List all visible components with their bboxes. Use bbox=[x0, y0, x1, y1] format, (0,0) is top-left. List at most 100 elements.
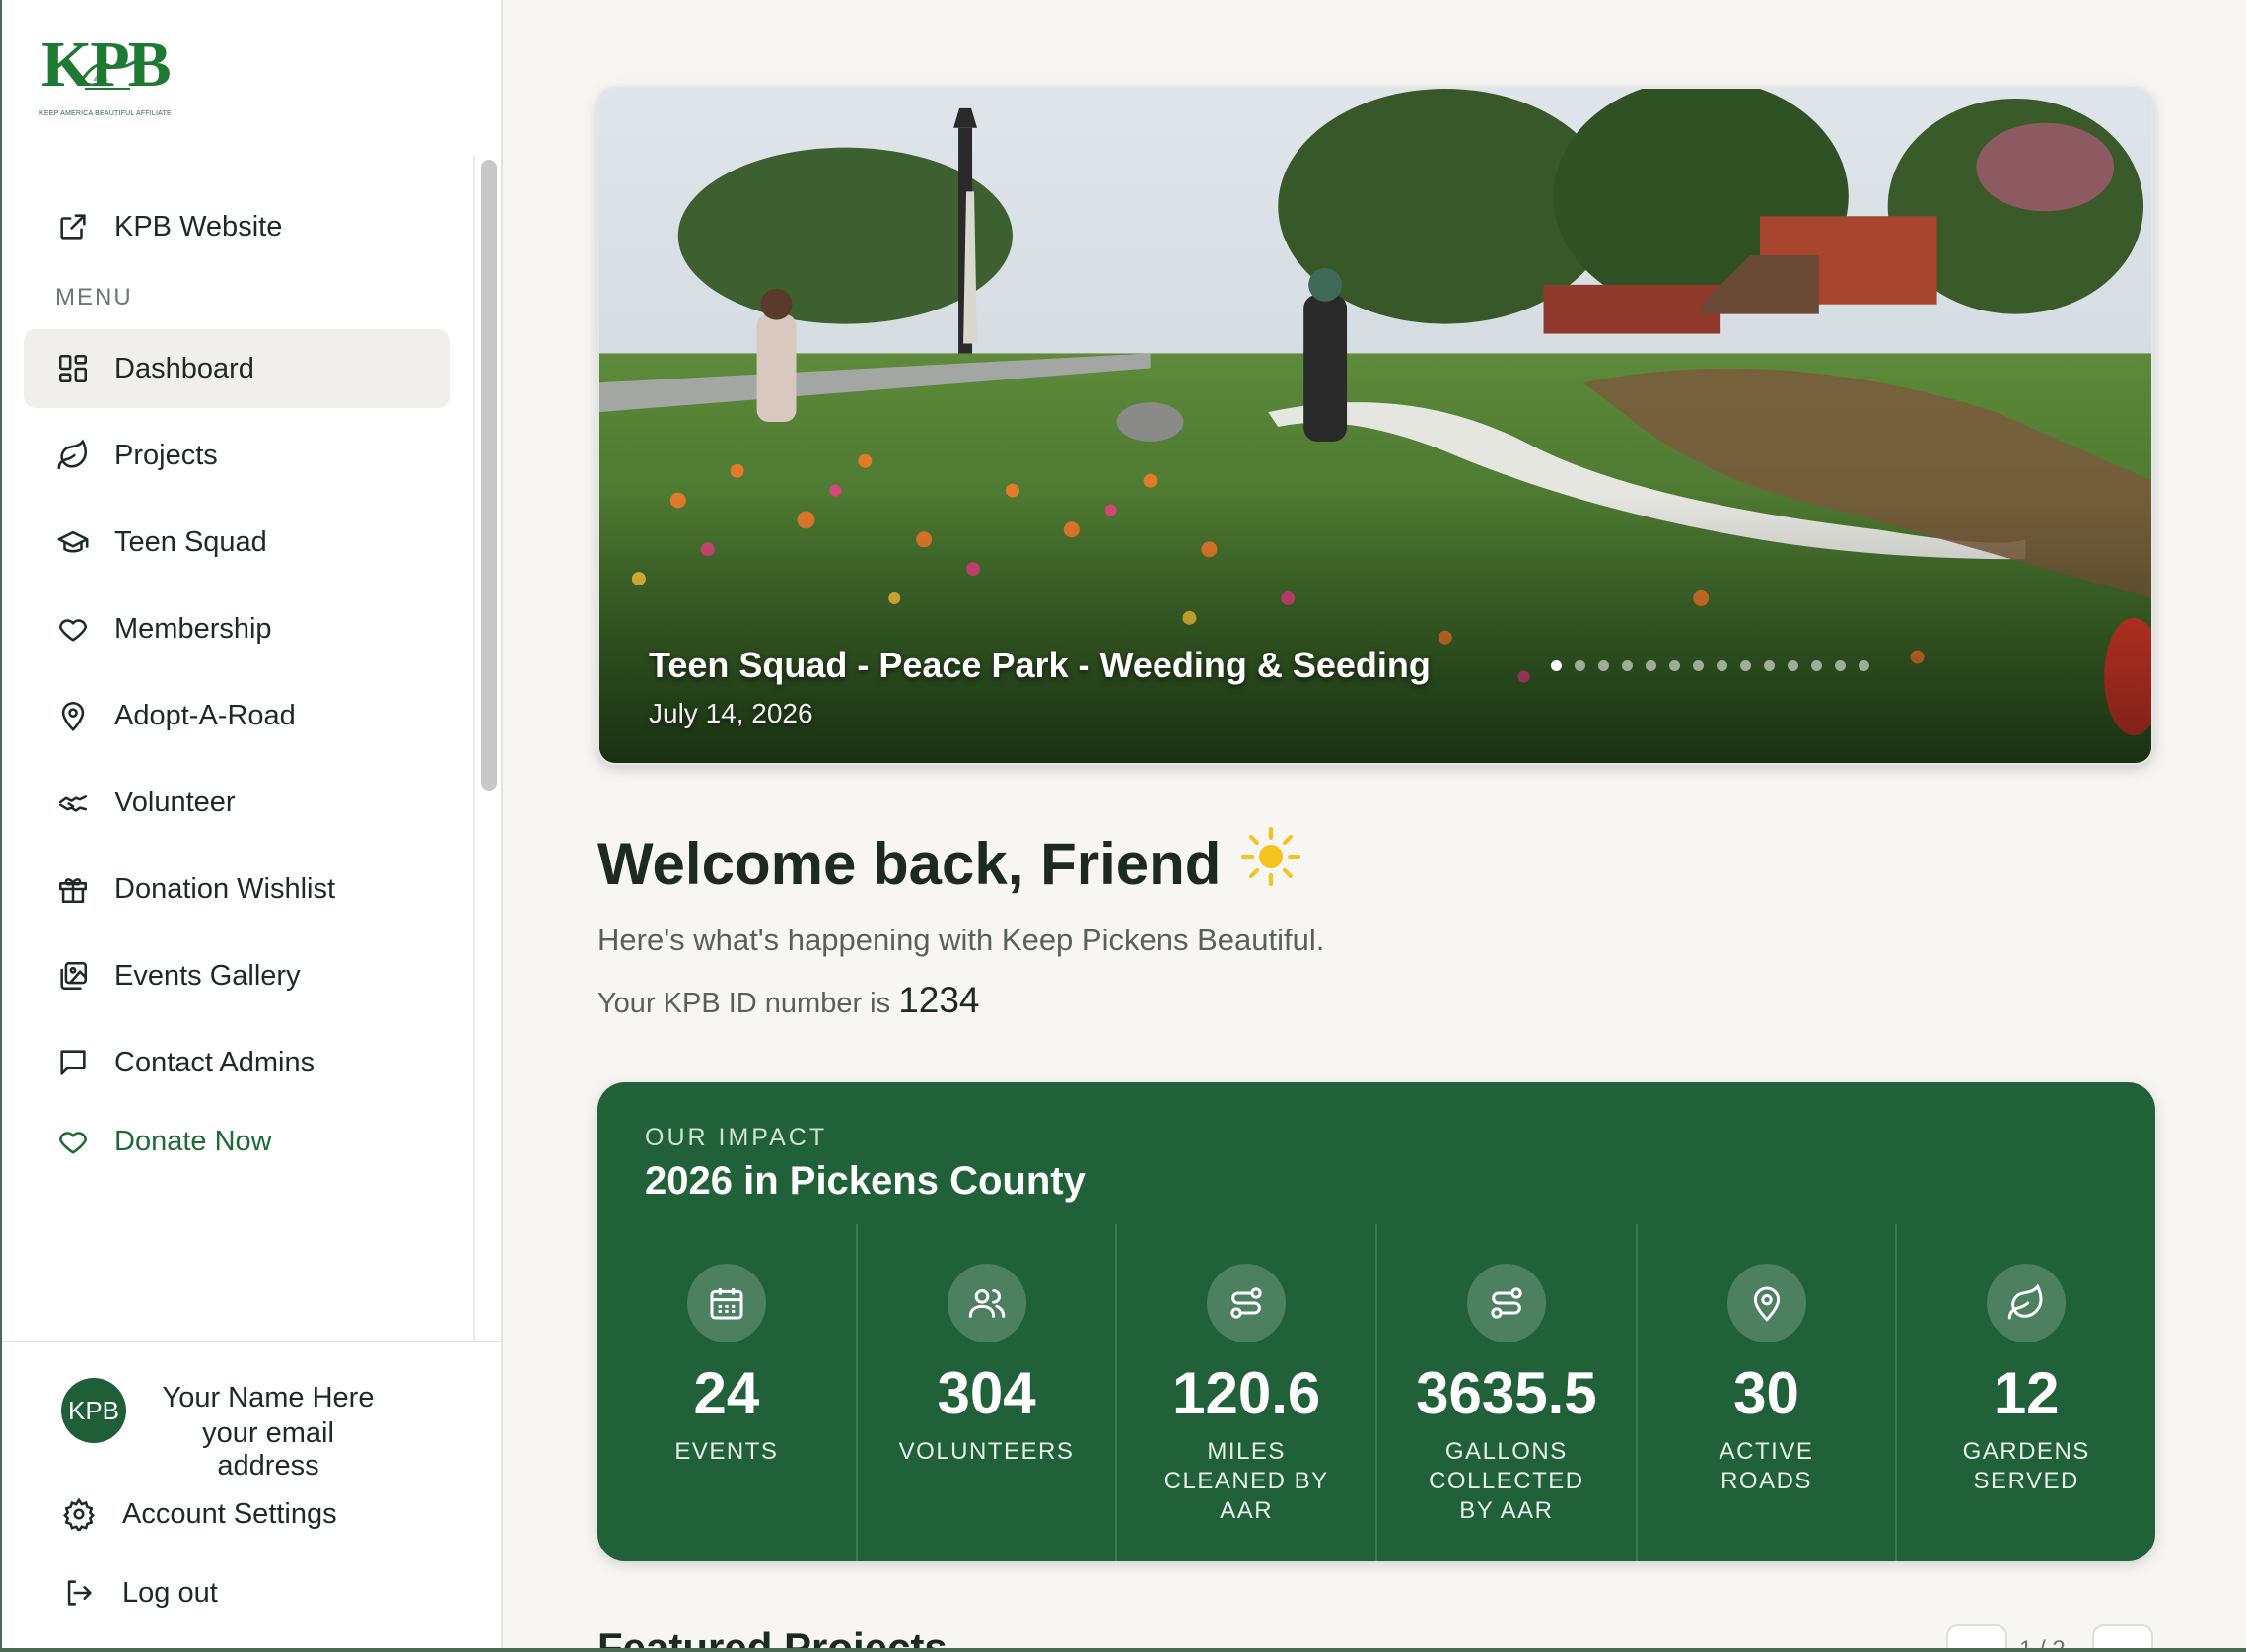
heart-icon bbox=[55, 1124, 91, 1159]
stat-label: VOLUNTEERS bbox=[898, 1438, 1075, 1465]
logout-label: Log out bbox=[122, 1576, 218, 1609]
gear-icon bbox=[61, 1496, 97, 1532]
sidebar-item-label: Contact Admins bbox=[114, 1046, 316, 1078]
stat-value: 304 bbox=[937, 1360, 1036, 1426]
carousel-dot[interactable] bbox=[1835, 660, 1846, 671]
carousel-dot[interactable] bbox=[1740, 660, 1751, 671]
sidebar-item-label: Dashboard bbox=[114, 352, 254, 384]
stat-label: GALLONS COLLECTED BY AAR bbox=[1429, 1438, 1584, 1524]
map-pin-icon bbox=[1726, 1264, 1806, 1342]
kpb-website-link[interactable]: KPB Website bbox=[24, 187, 450, 266]
logo-tagline: KEEP AMERICA BEAUTIFUL AFFILIATE bbox=[39, 110, 172, 117]
carousel-dot[interactable] bbox=[1788, 660, 1798, 671]
stat-label: GARDENS SERVED bbox=[1962, 1438, 2090, 1494]
kpb-logo[interactable]: KPB KEEP AMERICA BEAUTIFUL AFFILIATE bbox=[37, 26, 172, 124]
carousel-dot[interactable] bbox=[1764, 660, 1775, 671]
main-content: Teen Squad - Peace Park - Weeding & Seed… bbox=[503, 0, 2246, 1652]
sidebar-item-donation-wishlist[interactable]: Donation Wishlist bbox=[24, 850, 450, 929]
route-icon bbox=[1207, 1264, 1287, 1342]
users-icon bbox=[947, 1264, 1026, 1342]
welcome-text: Welcome back, Friend bbox=[597, 830, 1222, 897]
stat-events: 24 EVENTS bbox=[597, 1224, 858, 1561]
sidebar-item-dashboard[interactable]: Dashboard bbox=[24, 329, 450, 408]
hero-carousel[interactable]: Teen Squad - Peace Park - Weeding & Seed… bbox=[597, 87, 2153, 765]
stat-value: 12 bbox=[1993, 1360, 2060, 1426]
stat-active-roads: 30 ACTIVE ROADS bbox=[1638, 1224, 1898, 1561]
welcome-subtitle: Here's what's happening with Keep Picken… bbox=[597, 923, 1325, 957]
stat-value: 3635.5 bbox=[1416, 1360, 1597, 1426]
stat-volunteers: 304 VOLUNTEERS bbox=[858, 1224, 1118, 1561]
carousel-dot[interactable] bbox=[1598, 660, 1609, 671]
sidebar-item-label: Donation Wishlist bbox=[114, 872, 336, 905]
account-settings-label: Account Settings bbox=[122, 1497, 337, 1530]
sidebar-scrollbar-thumb[interactable] bbox=[481, 160, 497, 791]
hero-slide-date: July 14, 2026 bbox=[649, 698, 813, 728]
sun-icon bbox=[1240, 826, 1301, 901]
chat-icon bbox=[55, 1045, 91, 1080]
sidebar-item-teen-squad[interactable]: Teen Squad bbox=[24, 503, 450, 582]
account-settings-button[interactable]: Account Settings bbox=[61, 1484, 337, 1544]
carousel-dot[interactable] bbox=[1859, 660, 1869, 671]
calendar-icon bbox=[686, 1264, 766, 1342]
carousel-dot[interactable] bbox=[1575, 660, 1585, 671]
sidebar-item-events-gallery[interactable]: Events Gallery bbox=[24, 936, 450, 1015]
stat-value: 24 bbox=[693, 1360, 760, 1426]
sidebar-item-label: Volunteer bbox=[114, 786, 236, 818]
sidebar: KPB KEEP AMERICA BEAUTIFUL AFFILIATE KPB… bbox=[0, 0, 503, 1652]
sidebar-item-label: Projects bbox=[114, 439, 218, 471]
sidebar-item-adopt-a-road[interactable]: Adopt-A-Road bbox=[24, 676, 450, 755]
logout-icon bbox=[61, 1575, 97, 1611]
graduation-cap-icon bbox=[55, 524, 91, 560]
leaf-icon bbox=[1987, 1264, 2067, 1342]
carousel-dot[interactable] bbox=[1717, 660, 1727, 671]
user-name: Your Name Here bbox=[162, 1382, 375, 1413]
kpb-id-line: Your KPB ID number is 1234 bbox=[597, 980, 980, 1021]
carousel-dot[interactable] bbox=[1551, 660, 1562, 671]
gift-icon bbox=[55, 871, 91, 907]
carousel-dot[interactable] bbox=[1693, 660, 1704, 671]
stat-miles-cleaned: 120.6 MILES CLEANED BY AAR bbox=[1117, 1224, 1378, 1561]
external-link-icon bbox=[55, 209, 91, 244]
impact-kicker: OUR IMPACT bbox=[645, 1124, 828, 1151]
stat-label: ACTIVE ROADS bbox=[1719, 1438, 1814, 1494]
carousel-indicators bbox=[1551, 660, 1869, 671]
carousel-dot[interactable] bbox=[1669, 660, 1680, 671]
logout-button[interactable]: Log out bbox=[61, 1563, 218, 1622]
stat-gallons-collected: 3635.5 GALLONS COLLECTED BY AAR bbox=[1377, 1224, 1638, 1561]
user-panel: KPB Your Name Here your email address Ac… bbox=[2, 1341, 503, 1652]
sidebar-item-label: Events Gallery bbox=[114, 959, 301, 992]
sidebar-item-contact-admins[interactable]: Contact Admins bbox=[24, 1023, 450, 1102]
stat-value: 120.6 bbox=[1172, 1360, 1321, 1426]
stat-gardens-served: 12 GARDENS SERVED bbox=[1897, 1224, 2155, 1561]
logo-emblem bbox=[77, 59, 137, 90]
dashboard-icon bbox=[55, 351, 91, 386]
hero-slide-title: Teen Squad - Peace Park - Weeding & Seed… bbox=[649, 645, 1431, 685]
kpb-id-prefix: Your KPB ID number is bbox=[597, 988, 891, 1019]
menu-section-label: MENU bbox=[55, 284, 133, 310]
route-icon bbox=[1466, 1264, 1546, 1342]
sidebar-item-projects[interactable]: Projects bbox=[24, 416, 450, 495]
impact-card: OUR IMPACT 2026 in Pickens County 24 EVE… bbox=[597, 1082, 2155, 1561]
kpb-website-label: KPB Website bbox=[114, 210, 283, 242]
impact-stats: 24 EVENTS 304 VOLUNTEERS 120.6 MILES CLE… bbox=[597, 1224, 2155, 1561]
donate-now-link[interactable]: Donate Now bbox=[24, 1102, 450, 1181]
sidebar-item-volunteer[interactable]: Volunteer bbox=[24, 763, 450, 842]
sidebar-item-label: Adopt-A-Road bbox=[114, 699, 296, 731]
stat-value: 30 bbox=[1733, 1360, 1799, 1426]
carousel-dot[interactable] bbox=[1622, 660, 1633, 671]
leaf-icon bbox=[55, 438, 91, 473]
sidebar-item-membership[interactable]: Membership bbox=[24, 589, 450, 668]
sidebar-item-label: Membership bbox=[114, 612, 272, 645]
stat-label: EVENTS bbox=[674, 1438, 779, 1465]
window-border bbox=[0, 1648, 2246, 1652]
user-email: your email address bbox=[202, 1417, 334, 1481]
impact-title: 2026 in Pickens County bbox=[645, 1159, 1086, 1203]
sidebar-item-label: Teen Squad bbox=[114, 525, 267, 558]
gallery-icon bbox=[55, 958, 91, 994]
map-pin-icon bbox=[55, 698, 91, 733]
carousel-dot[interactable] bbox=[1646, 660, 1656, 671]
carousel-dot[interactable] bbox=[1811, 660, 1822, 671]
avatar[interactable]: KPB bbox=[61, 1378, 126, 1443]
kpb-id-number: 1234 bbox=[898, 980, 980, 1020]
donate-now-label: Donate Now bbox=[114, 1125, 272, 1157]
